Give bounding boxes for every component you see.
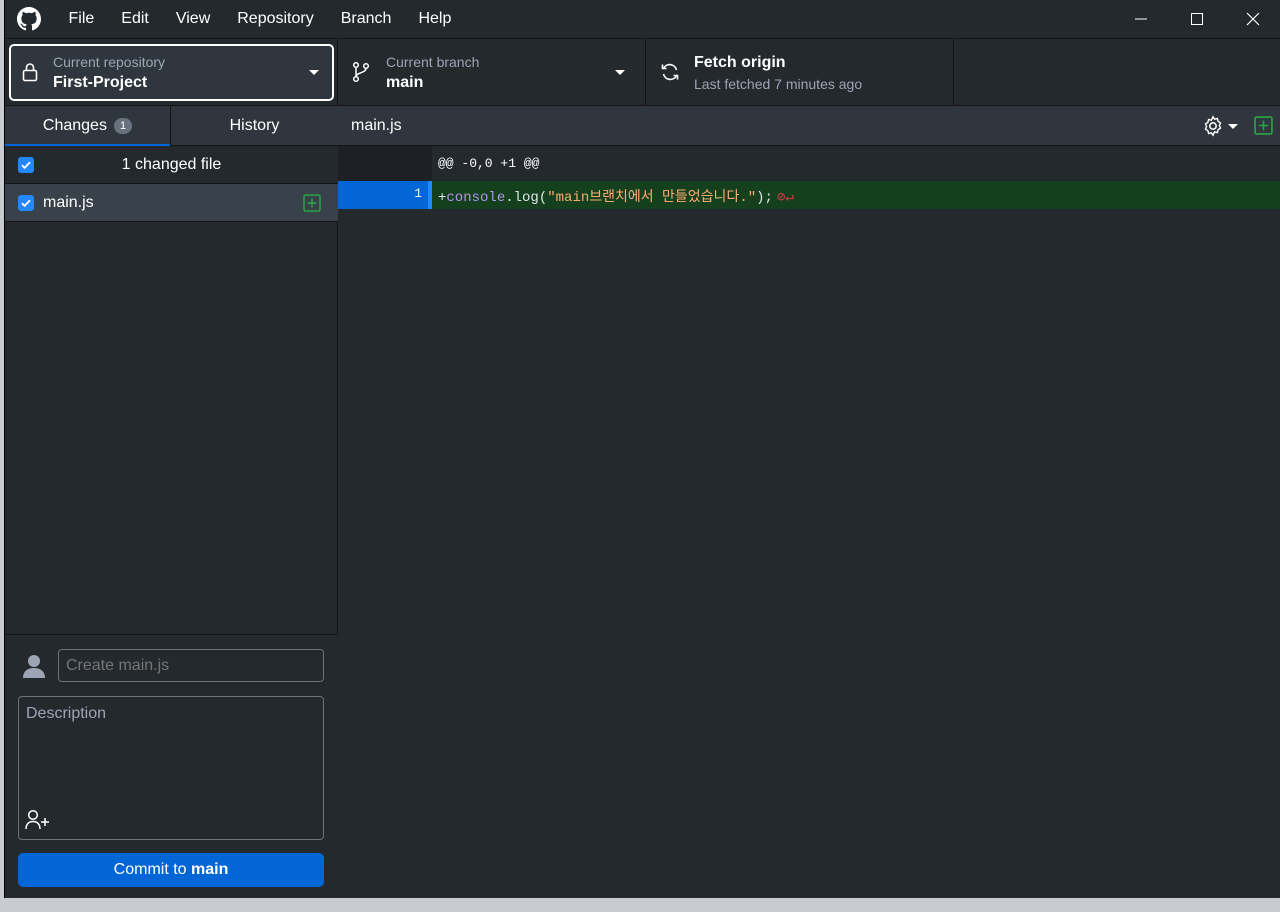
code-end: ); [756,190,773,206]
file-list-item[interactable]: main.js [5,184,338,222]
sync-icon [661,63,679,81]
description-placeholder: Description [26,705,107,722]
commit-form: Description Commit to main [5,634,338,898]
menu-branch[interactable]: Branch [327,0,405,38]
code-object: console [446,190,506,206]
new-line-gutter [384,146,432,181]
avatar-icon [23,655,45,678]
last-fetched-text: Last fetched 7 minutes ago [694,76,863,92]
menu-repository[interactable]: Repository [224,0,327,38]
changes-count-badge: 1 [113,118,133,134]
maximize-icon [1191,13,1203,25]
current-repository-button[interactable]: Current repository First-Project [9,44,334,101]
title-bar: File Edit View Repository Branch Help [5,0,1280,38]
repository-name: First-Project [53,74,148,91]
git-branch-icon [352,61,370,83]
fetch-origin-button[interactable]: Fetch origin Last fetched 7 minutes ago [646,39,954,107]
app-window: File Edit View Repository Branch Help Cu… [4,0,1280,898]
commit-button-prefix: Commit to [113,861,191,878]
diff-header: main.js [338,106,1280,146]
new-line-number: 1 [384,181,428,209]
changed-files-count: 1 changed file [121,156,222,173]
sidebar-tabs: Changes 1 History [5,106,338,147]
commit-button[interactable]: Commit to main [18,853,324,887]
chevron-down-icon [309,70,319,75]
hunk-header-row: @@ -0,0 +1 @@ [338,146,1280,181]
diff-line-code: +console.log("main브랜치에서 만들었습니다."); ⊘↵ [438,186,794,206]
no-newline-icon: ⊘↵ [776,190,794,206]
tab-changes[interactable]: Changes 1 [5,106,170,147]
commit-summary-input[interactable] [58,649,324,682]
changes-sidebar: Changes 1 History 1 changed file main.js [5,106,338,898]
gear-icon [1204,115,1222,137]
file-name: main.js [43,194,94,211]
diff-line-added[interactable]: 1 +console.log("main브랜치에서 만들었습니다."); ⊘↵ [338,181,1280,209]
diff-file-name: main.js [351,117,402,134]
file-include-checkbox[interactable] [18,195,34,211]
changed-files-header: 1 changed file [5,146,338,184]
file-added-icon [303,194,321,212]
current-branch-button[interactable]: Current branch main [338,39,646,107]
tab-history-label: History [229,117,280,134]
tab-history[interactable]: History [170,106,338,146]
selected-line-marker [428,181,432,209]
lock-icon [22,63,38,82]
close-icon [1246,12,1260,26]
diff-settings-button[interactable] [1202,115,1238,137]
hunk-header: @@ -0,0 +1 @@ [438,156,540,171]
repository-label: Current repository [53,54,166,70]
chevron-down-icon [1228,124,1238,129]
old-line-number [338,181,384,209]
checkmark-icon [21,199,31,208]
menu-help[interactable]: Help [405,0,465,38]
menu-view[interactable]: View [162,0,223,38]
add-coauthor-icon[interactable] [25,809,51,831]
maximize-button[interactable] [1169,0,1225,38]
close-window-button[interactable] [1225,0,1280,38]
menu-edit[interactable]: Edit [108,0,163,38]
code-call: .log( [505,190,548,206]
tab-changes-label: Changes [42,117,107,134]
menu-file[interactable]: File [55,0,108,38]
file-added-icon [1254,116,1273,135]
diff-view: main.js @@ -0,0 +1 @@ 1 +console.log("ma… [338,106,1280,898]
github-logo-icon [17,7,41,31]
minimize-button[interactable] [1113,0,1169,38]
chevron-down-icon [615,70,625,75]
branch-label: Current branch [386,54,480,70]
fetch-origin-title: Fetch origin [694,54,786,71]
old-line-gutter [338,146,384,181]
branch-name: main [386,74,424,91]
toolbar: Current repository First-Project Current… [5,38,1280,107]
code-string: "main브랜치에서 만들었습니다." [547,190,757,206]
commit-button-branch: main [191,861,229,878]
commit-description-field[interactable]: Description [18,696,324,840]
minimize-icon [1135,18,1147,20]
repository-section: Current repository First-Project [5,39,338,107]
